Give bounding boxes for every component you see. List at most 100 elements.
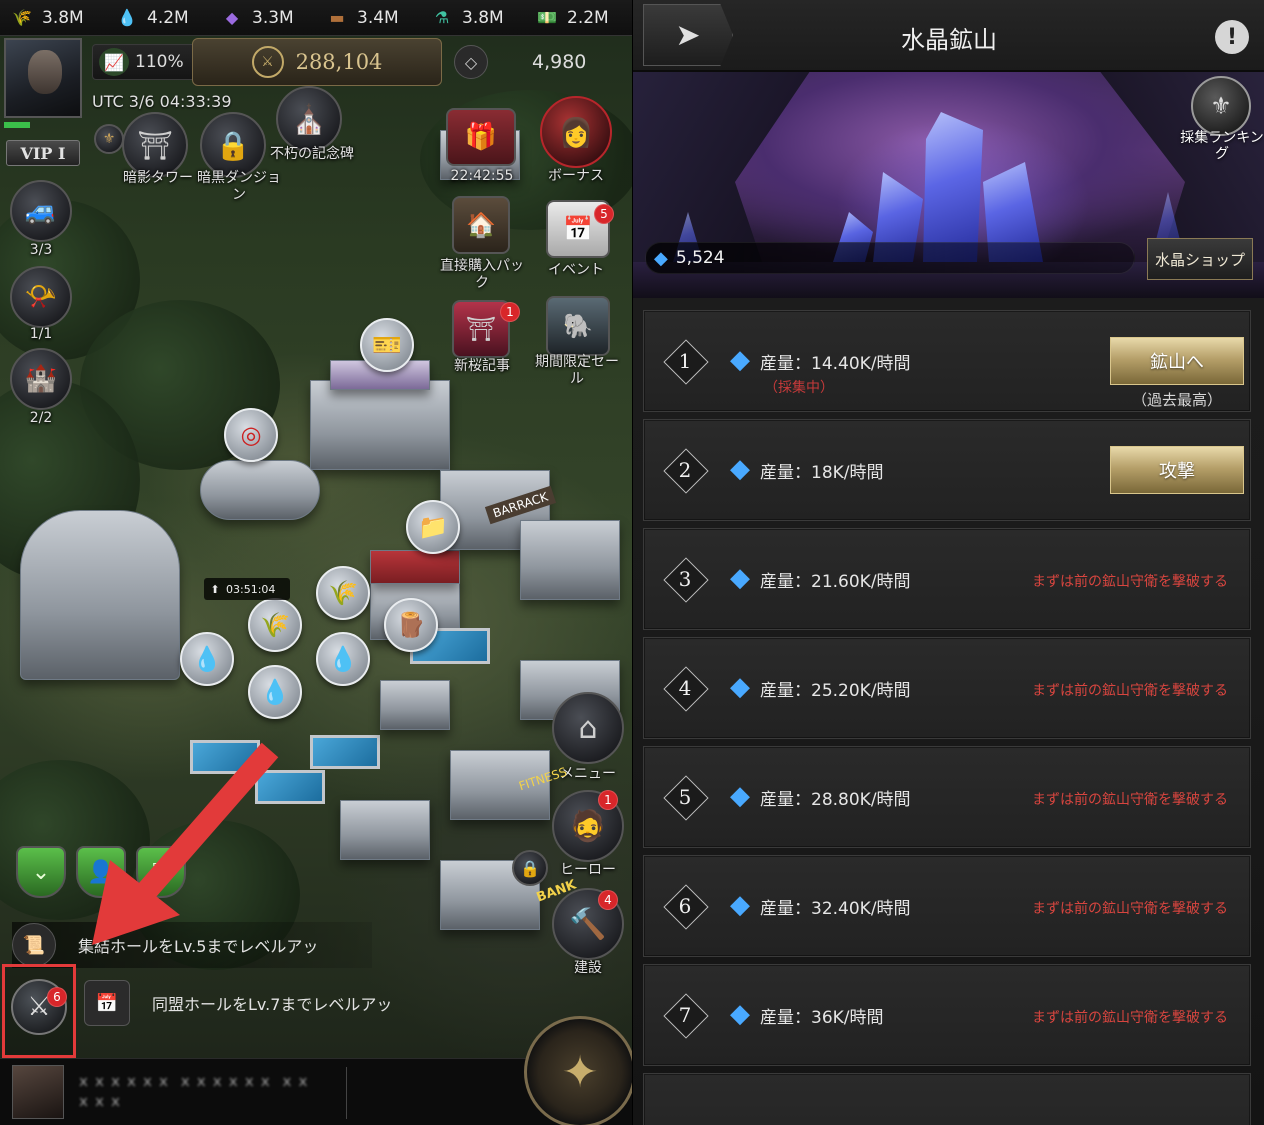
crystal-icon: ◆: [730, 454, 750, 484]
water-drop-icon[interactable]: 💧: [248, 665, 302, 719]
chart-up-icon: 📈: [99, 48, 129, 76]
shadow-tower-label: 暗影タワー: [123, 170, 193, 186]
diamond-display[interactable]: ◇ 4,980: [450, 44, 620, 80]
cash-icon: 💵: [537, 8, 557, 27]
build-badge: 4: [598, 890, 618, 910]
casino-building[interactable]: [310, 380, 450, 470]
mine-row-4[interactable]: 4 ◆ 産量：25.20K/時間 まずは前の鉱山守衛を撃破する: [643, 637, 1251, 739]
wood-log-icon: ▬: [329, 8, 345, 27]
power-display[interactable]: ⚔ 288,104: [192, 38, 442, 86]
mine-number: 5: [664, 776, 706, 818]
vehicle-icon[interactable]: 🚙: [10, 180, 72, 242]
resource-value: 3.8M: [462, 7, 504, 28]
menu-icon[interactable]: ⌂: [552, 692, 624, 764]
resource-crystal[interactable]: ◆ 3.3M: [210, 6, 315, 30]
task-bar-2[interactable]: 📅 同盟ホールをLv.7までレベルアッ: [84, 978, 404, 1028]
office-building[interactable]: [520, 520, 620, 600]
mine-row-8-partial[interactable]: [643, 1073, 1251, 1125]
growth-indicator[interactable]: 📈 110%: [92, 44, 204, 80]
hero-label: ヒーロー: [560, 862, 616, 878]
mine-list[interactable]: 1 ◆ 産量：14.40K/時間 （採集中） 鉱山へ （過去最高） 2 ◆ 産量…: [633, 302, 1264, 1125]
hp-bar: [4, 122, 30, 128]
wheat-icon[interactable]: 🌾: [248, 598, 302, 652]
mine-row-7[interactable]: 7 ◆ 産量：36K/時間 まずは前の鉱山守衛を撃破する: [643, 964, 1251, 1066]
production-text: 産量：18K/時間: [760, 463, 884, 483]
attack-button[interactable]: 攻撃: [1110, 446, 1244, 494]
elephant-icon[interactable]: 🐘: [546, 296, 610, 356]
mine-row-3[interactable]: 3 ◆ 産量：21.60K/時間 まずは前の鉱山守衛を撃破する: [643, 528, 1251, 630]
task-text: 同盟ホールをLv.7までレベルアッ: [152, 995, 393, 1014]
gathering-ranking-button[interactable]: ⚜ 採集ランキング: [1180, 76, 1264, 168]
crystal-icon: ◆: [730, 672, 750, 702]
lock-icon[interactable]: 🔒: [512, 850, 548, 886]
shadow-tower-icon[interactable]: ⛩: [122, 112, 188, 178]
bonus-label: ボーナス: [548, 168, 604, 184]
crystal-shop-button[interactable]: 水晶ショップ: [1147, 238, 1253, 280]
gift-box-icon[interactable]: 🎁: [446, 108, 516, 166]
resource-wheat[interactable]: 🌾 3.8M: [0, 6, 105, 30]
mine-number: 4: [664, 667, 706, 709]
folder-icon[interactable]: 📁: [406, 500, 460, 554]
water-drop-icon[interactable]: 💧: [316, 632, 370, 686]
crystal-icon: ◆: [730, 345, 750, 375]
exclamation-icon: !: [1226, 24, 1238, 50]
info-button[interactable]: !: [1215, 20, 1249, 54]
go-to-mine-button[interactable]: 鉱山へ: [1110, 337, 1244, 385]
scroll-icon: 📜: [12, 923, 56, 967]
lock-icon[interactable]: 🔒: [200, 112, 266, 178]
compass-icon: ✦: [561, 1046, 599, 1098]
wheat-icon[interactable]: 🌾: [316, 566, 370, 620]
statue-plaza[interactable]: [200, 460, 320, 520]
crystal-decoration: [923, 112, 983, 262]
battle-button[interactable]: ⚔ 6: [2, 964, 76, 1058]
growth-value: 110%: [135, 52, 184, 72]
workshop-building[interactable]: [380, 680, 450, 730]
mine-row-2[interactable]: 2 ◆ 産量：18K/時間 攻撃: [643, 419, 1251, 521]
city-view[interactable]: 💧 💧 💧 🌾 🌾 🪵 📁 🎫 ◎ ⬆ 03:51:04 🌾 3.8M 💧 4.2M…: [0, 0, 632, 1125]
town-hall-building[interactable]: [20, 510, 180, 680]
locked-message: まずは前の鉱山守衛を撃破する: [1032, 1010, 1228, 1026]
warehouse-building[interactable]: [340, 800, 430, 860]
mine-row-1[interactable]: 1 ◆ 産量：14.40K/時間 （採集中） 鉱山へ （過去最高）: [643, 310, 1251, 412]
wood-log-icon[interactable]: 🪵: [384, 598, 438, 652]
monument-icon[interactable]: ⛪: [276, 86, 342, 152]
wheat-icon: 🌾: [12, 8, 32, 27]
resource-wood[interactable]: ▬ 3.4M: [315, 6, 420, 30]
crystal-icon: ◆: [730, 890, 750, 920]
ticket-icon[interactable]: 🎫: [360, 318, 414, 372]
water-drop-icon[interactable]: 💧: [180, 632, 234, 686]
pack-icon[interactable]: 🏠: [452, 196, 510, 254]
resource-value: 3.3M: [252, 7, 294, 28]
player-avatar[interactable]: [4, 38, 82, 118]
mine-number: 7: [664, 994, 706, 1036]
best-record-note: （過去最高）: [1131, 391, 1222, 409]
mine-number: 2: [664, 449, 706, 491]
resource-water[interactable]: 💧 4.2M: [105, 6, 210, 30]
locked-message: まずは前の鉱山守衛を撃破する: [1032, 792, 1228, 808]
production-text: 産量：32.40K/時間: [760, 899, 911, 919]
resource-value: 2.2M: [567, 7, 609, 28]
target-icon[interactable]: ◎: [224, 408, 278, 462]
event-label: イベント: [548, 262, 604, 278]
chevron-down-icon[interactable]: ⌄: [16, 846, 66, 898]
ranking-emblem-icon: ⚜: [1191, 76, 1251, 136]
resource-potion[interactable]: ⚗ 3.8M: [420, 6, 525, 30]
mine-row-5[interactable]: 5 ◆ 産量：28.80K/時間 まずは前の鉱山守衛を撃破する: [643, 746, 1251, 848]
alliance-icon[interactable]: ⚜: [94, 124, 124, 154]
diamond-icon: ◇: [454, 45, 488, 79]
crystal-balance-value: 5,524: [675, 248, 725, 268]
mine-number: 6: [664, 885, 706, 927]
resource-cash[interactable]: 💵 2.2M: [525, 6, 630, 30]
hero-badge: 1: [598, 790, 618, 810]
sakura-label: 新桜記事: [454, 358, 510, 374]
vip-badge[interactable]: VIP I: [6, 140, 80, 166]
castle-icon[interactable]: 🏰: [10, 348, 72, 410]
divider: [346, 1067, 347, 1119]
water-drop-icon: 💧: [117, 8, 137, 27]
crystal-icon: ◆: [654, 247, 668, 269]
world-map-compass-button[interactable]: ✦: [524, 1016, 632, 1125]
mine-row-6[interactable]: 6 ◆ 産量：32.40K/時間 まずは前の鉱山守衛を撃破する: [643, 855, 1251, 957]
horn-icon[interactable]: 📯: [10, 266, 72, 328]
bonus-icon[interactable]: 👩: [540, 96, 612, 168]
status-bar: 📈 110% ⚔ 288,104 ◇ 4,980: [80, 38, 632, 86]
